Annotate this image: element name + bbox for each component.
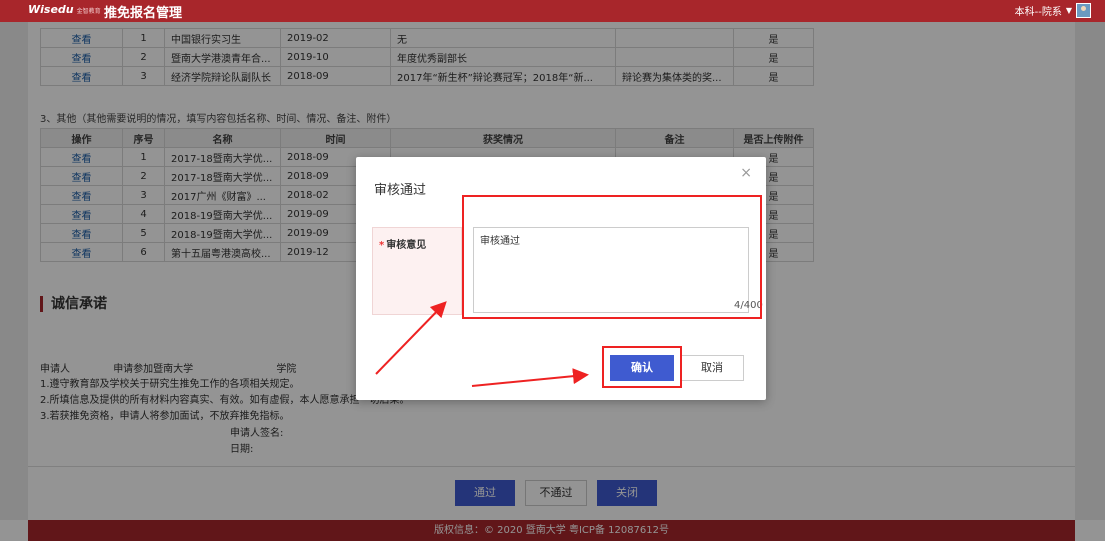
confirm-highlight-box [602,346,682,388]
cancel-button[interactable]: 取消 [680,355,744,381]
brand-sub: 金智教育 [76,8,101,15]
app-title: 推免报名管理 [104,6,183,21]
dialog-title: 审核通过 [374,183,427,198]
brand-name: Wisedu [28,3,74,16]
required-mark: * [379,240,385,251]
field-label-cell: * 审核意见 [372,227,462,315]
close-icon[interactable]: × [740,165,752,181]
chevron-down-icon[interactable]: ▼ [1066,6,1072,15]
avatar[interactable] [1076,3,1091,18]
review-opinion-text: 审核意见 [386,240,427,251]
user-menu[interactable]: 本科--院系 ▼ [1015,3,1091,18]
user-role[interactable]: 本科--院系 [1015,3,1062,18]
textarea-highlight-box [462,195,762,319]
approve-dialog: 审核通过 × * 审核意见 审核通过 4/400 确认 取消 [356,157,766,400]
review-opinion-label: * 审核意见 [379,236,426,251]
brand-logo: Wisedu 金智教育 [28,3,101,16]
top-bar: Wisedu 金智教育 推免报名管理 本科--院系 ▼ [0,0,1105,22]
